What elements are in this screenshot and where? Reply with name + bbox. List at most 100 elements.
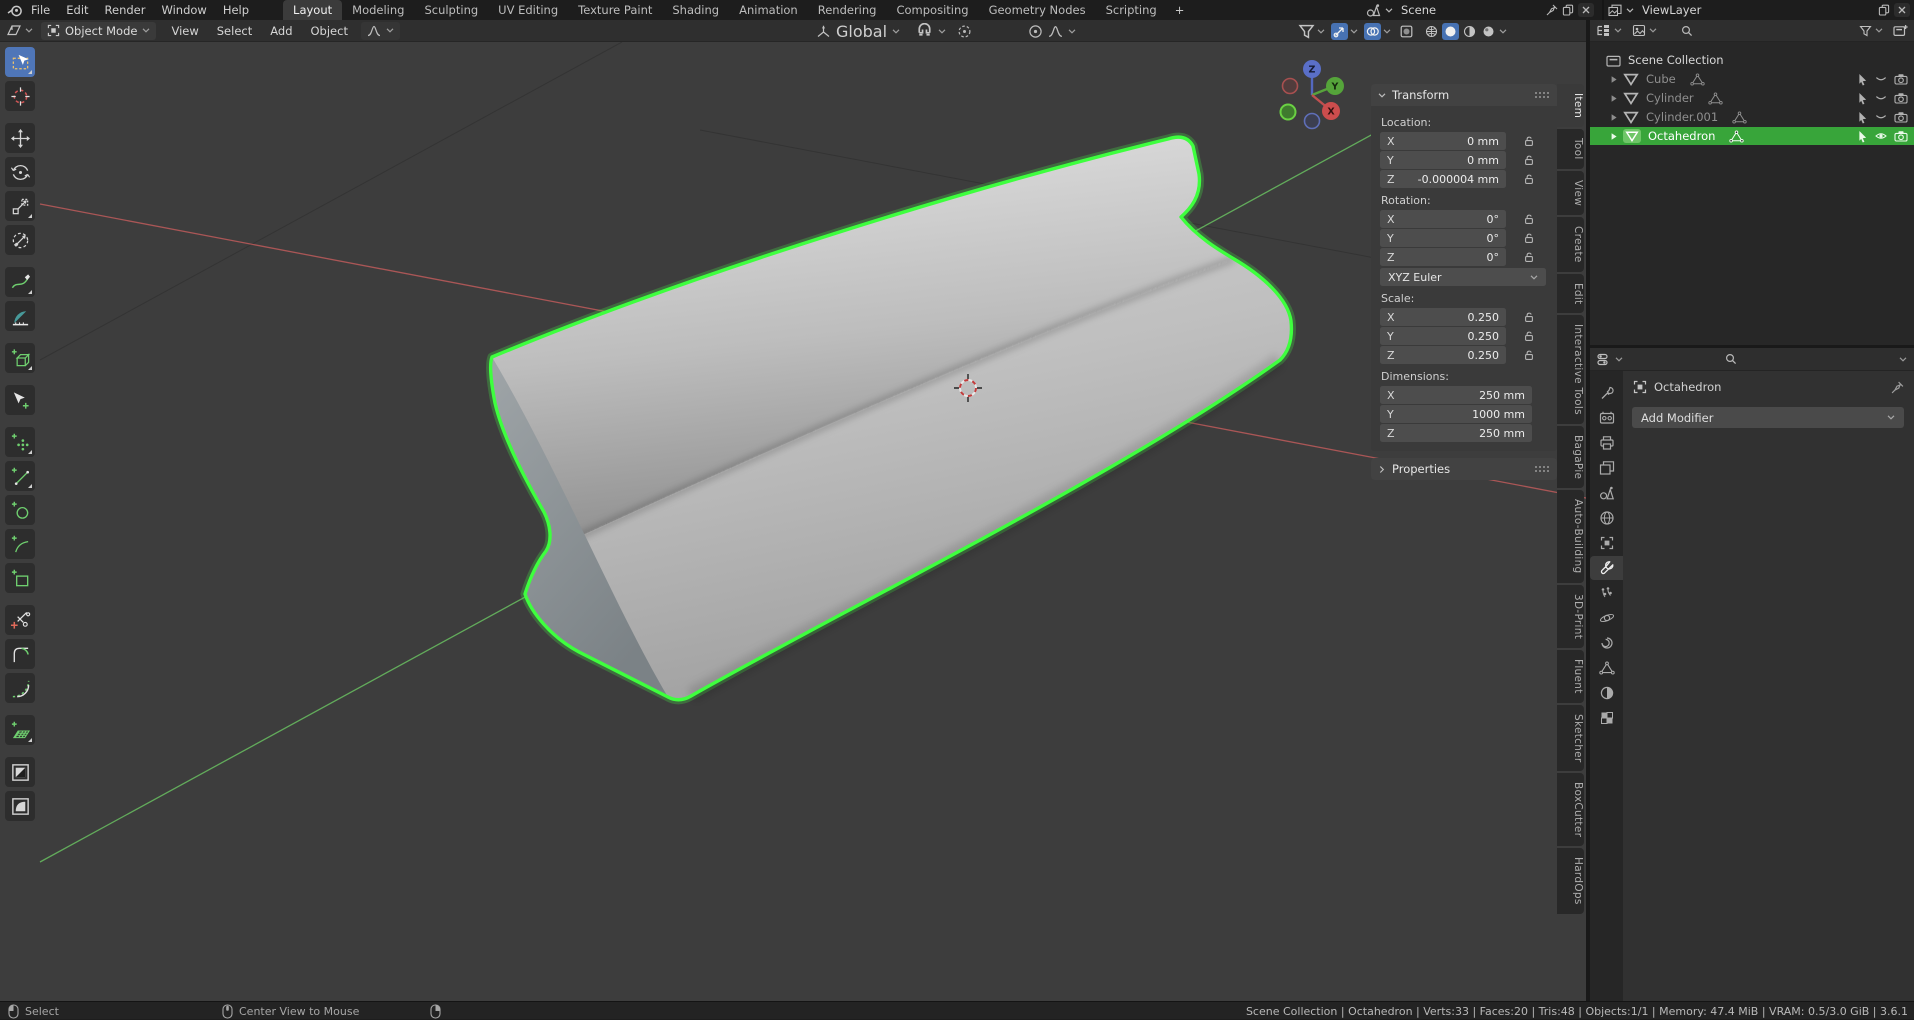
properties-search-icon[interactable] <box>1725 353 1737 365</box>
expand-icon[interactable] <box>1610 94 1618 103</box>
outliner-row-octahedron[interactable]: Octahedron <box>1590 127 1914 145</box>
mode-dropdown[interactable]: Object Mode <box>41 22 156 40</box>
menu-render[interactable]: Render <box>97 0 154 20</box>
pin-icon[interactable] <box>1546 4 1558 16</box>
snap-target-icon[interactable] <box>957 24 972 39</box>
menu-view[interactable]: View <box>162 24 207 38</box>
sidebar-tab-auto-building[interactable]: Auto-Building <box>1557 490 1584 582</box>
tool-tweak-add[interactable] <box>5 385 35 415</box>
add-modifier-dropdown[interactable]: Add Modifier <box>1632 407 1904 428</box>
transform-orientation-dropdown[interactable]: Global <box>816 20 900 42</box>
selectable-icon[interactable] <box>1857 130 1868 143</box>
navigation-gizmo[interactable]: Z Y X <box>1272 45 1357 130</box>
view-layer-selector[interactable]: ViewLayer <box>1602 0 1914 20</box>
menu-window[interactable]: Window <box>153 0 214 20</box>
tab-object[interactable] <box>1590 531 1623 555</box>
scene-selector[interactable]: Scene <box>1362 0 1598 20</box>
tool-sketch-arc[interactable] <box>5 673 35 703</box>
tab-world[interactable] <box>1590 506 1623 530</box>
blender-logo-icon[interactable] <box>7 2 23 18</box>
properties-options-chevron-icon[interactable] <box>1899 357 1907 362</box>
sidebar-tab-boxcutter[interactable]: BoxCutter <box>1557 773 1584 846</box>
workspace-tab-scripting[interactable]: Scripting <box>1096 0 1167 20</box>
eye-open-icon[interactable] <box>1875 131 1887 141</box>
snap-options-chevron-icon[interactable] <box>938 29 946 34</box>
lock-icon[interactable] <box>1523 251 1535 263</box>
new-scene-icon[interactable] <box>1562 4 1574 16</box>
outliner-row-cylinder[interactable]: Cylinder <box>1590 89 1914 107</box>
shading-wireframe-button[interactable] <box>1423 23 1440 40</box>
tool-add-line[interactable] <box>5 461 35 491</box>
sidebar-tab-interactive-tools[interactable]: Interactive Tools <box>1557 315 1584 424</box>
tab-particles[interactable] <box>1590 581 1623 605</box>
add-workspace-button[interactable]: + <box>1167 0 1193 20</box>
sidebar-tab-create[interactable]: Create <box>1557 217 1584 272</box>
panel-grip-icon[interactable] <box>1534 91 1550 99</box>
tab-physics[interactable] <box>1590 606 1623 630</box>
sidebar-tab-tool[interactable]: Tool <box>1557 129 1584 169</box>
view-layer-browse-chevron-icon[interactable] <box>1626 8 1634 13</box>
menu-select[interactable]: Select <box>208 24 261 38</box>
menu-object[interactable]: Object <box>302 24 357 38</box>
sidebar-tab-fluent[interactable]: Fluent <box>1557 650 1584 703</box>
sidebar-tab-view[interactable]: View <box>1557 171 1584 215</box>
rotation-x-field[interactable]: X0° <box>1380 210 1506 228</box>
new-collection-button[interactable] <box>1893 24 1908 37</box>
outliner-display-mode-dropdown[interactable] <box>1596 24 1622 38</box>
lock-icon[interactable] <box>1523 232 1535 244</box>
tool-add-grid[interactable] <box>5 715 35 745</box>
gizmo-y-axis[interactable]: Y <box>1326 77 1344 95</box>
pin-icon[interactable] <box>1891 381 1904 394</box>
tool-add-arc[interactable] <box>5 529 35 559</box>
tool-trim[interactable] <box>5 605 35 635</box>
camera-visibility-icon[interactable] <box>1894 73 1908 85</box>
rotation-z-field[interactable]: Z0° <box>1380 248 1506 266</box>
sidebar-tab-bagapie[interactable]: BagaPie <box>1557 426 1584 488</box>
outliner-filter-dropdown[interactable] <box>1859 25 1883 37</box>
gizmo-x-axis[interactable]: X <box>1322 102 1340 120</box>
tab-material[interactable] <box>1590 681 1623 705</box>
lock-icon[interactable] <box>1523 173 1535 185</box>
workspace-tab-compositing[interactable]: Compositing <box>886 0 978 20</box>
camera-visibility-icon[interactable] <box>1894 130 1908 142</box>
location-x-field[interactable]: X0 mm <box>1380 132 1506 150</box>
object-visibility-icon[interactable] <box>1298 23 1315 40</box>
tool-annotate[interactable] <box>5 267 35 297</box>
tool-rotate[interactable] <box>5 157 35 187</box>
overlays-chevron-icon[interactable] <box>1383 29 1391 34</box>
tab-render[interactable] <box>1590 406 1623 430</box>
camera-visibility-icon[interactable] <box>1894 111 1908 123</box>
tool-boxcutter[interactable] <box>5 757 35 787</box>
expand-icon[interactable] <box>1610 113 1618 122</box>
expand-icon[interactable] <box>1610 132 1618 141</box>
tool-scale[interactable] <box>5 191 35 221</box>
scale-y-field[interactable]: Y0.250 <box>1380 327 1506 345</box>
sidebar-tab-3d-print[interactable]: 3D-Print <box>1557 585 1584 648</box>
selected-object-octahedron[interactable] <box>491 137 1292 700</box>
editor-type-button[interactable] <box>6 23 33 38</box>
selectable-icon[interactable] <box>1857 92 1868 105</box>
location-y-field[interactable]: Y0 mm <box>1380 151 1506 169</box>
proportional-editing-icon[interactable] <box>1028 24 1043 39</box>
gizmo-chevron-icon[interactable] <box>1350 29 1358 34</box>
outliner-search-icon[interactable] <box>1681 25 1693 37</box>
camera-visibility-icon[interactable] <box>1894 92 1908 104</box>
lock-icon[interactable] <box>1523 154 1535 166</box>
gizmo-negative-x[interactable] <box>1283 79 1298 94</box>
workspace-tab-sculpting[interactable]: Sculpting <box>414 0 488 20</box>
lock-icon[interactable] <box>1523 213 1535 225</box>
outliner-row-cylinder-001[interactable]: Cylinder.001 <box>1590 108 1914 126</box>
tab-view-layer[interactable] <box>1590 456 1623 480</box>
outliner-row-scene-collection[interactable]: Scene Collection <box>1590 51 1914 69</box>
sidebar-tab-item[interactable]: Item <box>1557 84 1584 127</box>
tab-output[interactable] <box>1590 431 1623 455</box>
workspace-tab-geometry-nodes[interactable]: Geometry Nodes <box>979 0 1096 20</box>
snap-magnet-icon[interactable] <box>916 23 933 40</box>
workspace-tab-uv-editing[interactable]: UV Editing <box>488 0 568 20</box>
eye-closed-icon[interactable] <box>1875 74 1887 84</box>
tab-object-data[interactable] <box>1590 656 1623 680</box>
xray-toggle[interactable] <box>1398 23 1415 40</box>
viewport-3d[interactable]: Z Y X Transform Location: <box>0 42 1586 1001</box>
properties-editor-type-button[interactable] <box>1597 353 1623 366</box>
scene-name[interactable]: Scene <box>1397 3 1542 17</box>
